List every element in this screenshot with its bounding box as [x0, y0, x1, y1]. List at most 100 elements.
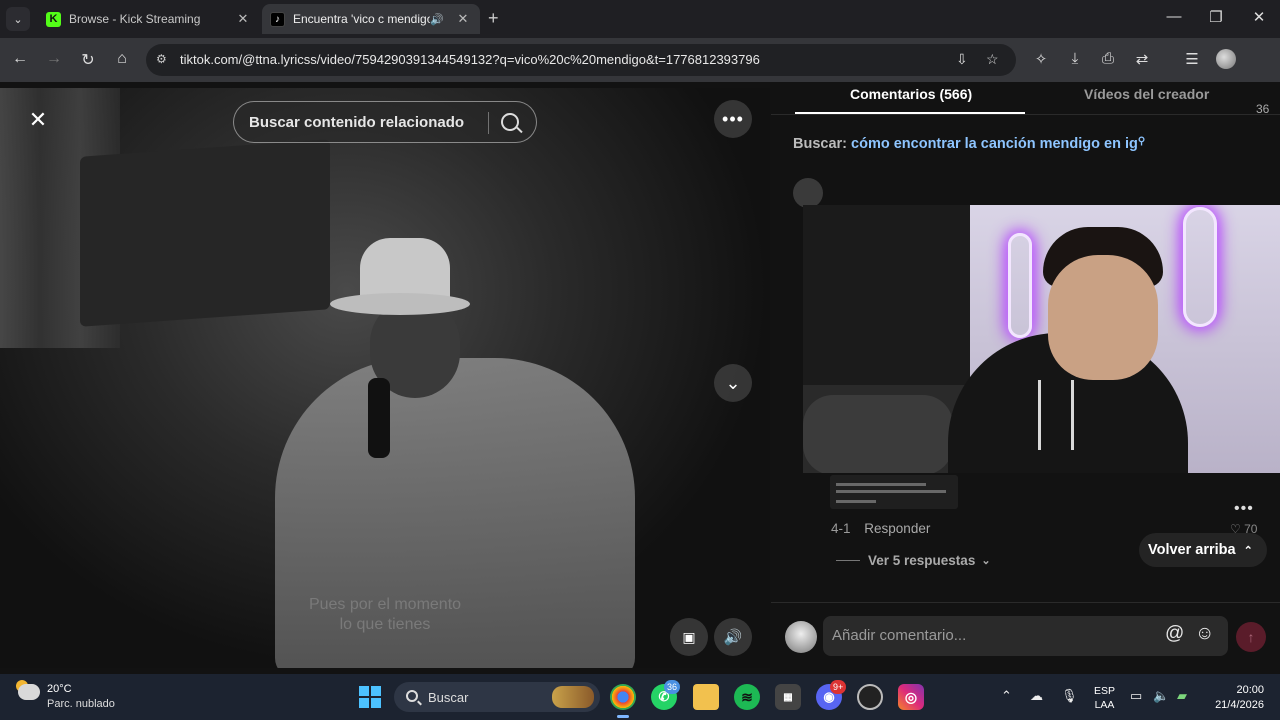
url-text[interactable]: tiktok.com/@ttna.lyricss/video/759429039… [180, 52, 760, 67]
volume-icon[interactable]: 🔊 [714, 618, 752, 656]
streamer-face [1048, 255, 1158, 380]
taskbar-search-placeholder: Buscar [428, 690, 469, 705]
tab-comments[interactable]: Comentarios (566) [850, 86, 972, 102]
close-window-icon[interactable]: ✕ [1249, 8, 1269, 26]
performer-hat-brim [330, 293, 470, 315]
language-indicator[interactable]: ESP LAA [1094, 684, 1115, 712]
reply-button[interactable]: Responder [864, 521, 930, 536]
install-app-icon[interactable]: ⇩ [956, 51, 968, 68]
tab-search-chevron-icon[interactable]: ⌄ [6, 7, 30, 31]
pip-icon[interactable]: ▣ [670, 618, 708, 656]
reload-icon[interactable]: ↻ [78, 50, 98, 70]
view-replies-button[interactable]: Ver 5 respuestas ⌄ [836, 553, 991, 568]
extensions-star-icon[interactable]: ✧ [1031, 50, 1051, 68]
video-lyrics: Pues por el momento lo que tienes [235, 595, 535, 635]
minimize-icon[interactable]: — [1164, 8, 1184, 25]
tab-creator-videos[interactable]: Vídeos del creador [1084, 86, 1209, 102]
send-arrow-icon[interactable]: ↑ [1236, 622, 1266, 652]
clock-date: 21/4/2026 [1215, 699, 1264, 711]
close-video-icon[interactable]: ✕ [20, 102, 56, 138]
lang-code: ESP [1094, 685, 1116, 697]
new-tab-icon[interactable]: + [488, 9, 499, 27]
webcam-overlay [803, 205, 1280, 473]
search-icon [406, 690, 418, 702]
close-tab-icon[interactable]: ✕ [454, 10, 472, 28]
divider [771, 602, 1280, 603]
tab-tiktok[interactable]: ♪ Encuentra 'vico c mendigo' 🔊 ✕ [262, 4, 480, 34]
profile-avatar[interactable] [1216, 49, 1236, 69]
divider [771, 114, 1280, 115]
obs-icon[interactable] [857, 684, 883, 710]
browser-tab-strip: ⌄ K Browse - Kick Streaming ✕ ♪ Encuentr… [0, 0, 1280, 38]
reading-list-icon[interactable]: ☰ [1182, 50, 1202, 68]
game-app-icon[interactable]: ▦ [775, 684, 801, 710]
print-icon[interactable]: ⎙ [1098, 50, 1118, 67]
taskbar-search[interactable]: Buscar [394, 682, 600, 712]
volume-tray-icon[interactable]: 🔈 [1153, 688, 1169, 704]
back-icon[interactable]: ← [10, 50, 30, 68]
microphone-icon[interactable]: 🎙 [1061, 688, 1078, 704]
lyrics-line: Pues por el momento [308, 596, 462, 613]
windows-taskbar: 20°C Parc. nublado Buscar ✆ 36 ≋ ▦ ◉ 9+ … [0, 674, 1280, 720]
chrome-icon[interactable] [610, 684, 636, 718]
tray-app-icon[interactable]: ☁ [1030, 688, 1043, 704]
restore-icon[interactable]: ❐ [1206, 8, 1226, 26]
next-video-chevron-icon[interactable]: ⌄ [714, 364, 752, 402]
network-icon[interactable]: ▭ [1130, 688, 1142, 704]
back-to-top-label: Volver arriba [1148, 542, 1236, 558]
audio-playing-icon[interactable]: 🔊 [430, 13, 444, 26]
search-suggestion-query[interactable]: cómo encontrar la canción mendigo en ig [851, 136, 1138, 152]
tab-title: Encuentra 'vico c mendigo' [293, 12, 431, 26]
tab-kick[interactable]: K Browse - Kick Streaming ✕ [36, 4, 260, 34]
stage-speaker [80, 139, 330, 327]
windows-start-icon[interactable] [359, 686, 381, 708]
comment-more-icon[interactable]: ••• [1234, 500, 1254, 518]
search-placeholder: Buscar contenido relacionado [249, 114, 465, 131]
bookmark-star-icon[interactable]: ☆ [986, 51, 999, 68]
weather-cloud-icon[interactable] [18, 684, 40, 700]
mention-icon[interactable]: @ [1165, 623, 1184, 645]
battery-icon[interactable]: ▰ [1177, 688, 1187, 704]
home-icon[interactable]: ⌂ [112, 50, 132, 68]
system-clock[interactable]: 20:00 21/4/2026 [1208, 683, 1264, 713]
whatsapp-badge: 36 [664, 680, 681, 694]
emoji-icon[interactable]: ☺ [1195, 623, 1214, 645]
video-player[interactable]: Pues por el momento lo que tienes [0, 88, 770, 668]
kick-favicon-icon: K [46, 11, 61, 27]
site-info-icon[interactable]: ⚙ [156, 52, 167, 66]
neon-light [1183, 207, 1217, 327]
download-icon[interactable]: ⤓ [1065, 50, 1085, 67]
related-search-input[interactable]: Buscar contenido relacionado [233, 101, 537, 143]
weather-temp[interactable]: 20°C [47, 683, 72, 695]
instagram-icon[interactable]: ◎ [898, 684, 924, 710]
search-highlight-image [552, 686, 594, 708]
microphone [368, 378, 390, 458]
search-icon[interactable] [501, 113, 519, 131]
address-bar[interactable]: ⚙ tiktok.com/@ttna.lyricss/video/7594290… [146, 44, 1016, 76]
spotify-icon[interactable]: ≋ [734, 684, 760, 710]
translate-icon[interactable]: ⇄ [1132, 50, 1152, 68]
user-avatar[interactable] [785, 621, 817, 653]
browser-toolbar: ← → ↻ ⌂ ⚙ tiktok.com/@ttna.lyricss/video… [0, 38, 1280, 82]
tray-chevron-up-icon[interactable]: ⌃ [1001, 688, 1012, 704]
search-small-icon: ⚲ [1137, 136, 1146, 147]
tab-title: Browse - Kick Streaming [69, 12, 201, 26]
view-replies-label: Ver 5 respuestas [868, 553, 976, 568]
comment-date: 4-1 [831, 521, 851, 536]
hoodie-drawcord [1038, 380, 1041, 450]
search-suggestion[interactable]: Buscar: cómo encontrar la canción mendig… [793, 136, 1145, 152]
chevron-down-icon: ⌄ [981, 555, 991, 567]
search-suggestion-label: Buscar: [793, 136, 847, 152]
file-explorer-icon[interactable] [693, 684, 719, 710]
more-options-icon[interactable]: ••• [714, 100, 752, 138]
comment-placeholder: Añadir comentario... [832, 627, 967, 644]
comment-input[interactable]: Añadir comentario... @ ☺ [823, 616, 1228, 656]
clock-time: 20:00 [1236, 684, 1264, 696]
commenter-avatar[interactable] [793, 178, 823, 208]
forward-icon[interactable]: → [44, 50, 64, 68]
back-to-top-button[interactable]: Volver arriba ⌃ [1139, 533, 1267, 567]
weather-desc[interactable]: Parc. nublado [47, 698, 115, 710]
keyboard-layout: LAA [1094, 699, 1115, 711]
close-tab-icon[interactable]: ✕ [234, 10, 252, 28]
tiktok-favicon-icon: ♪ [270, 11, 285, 27]
